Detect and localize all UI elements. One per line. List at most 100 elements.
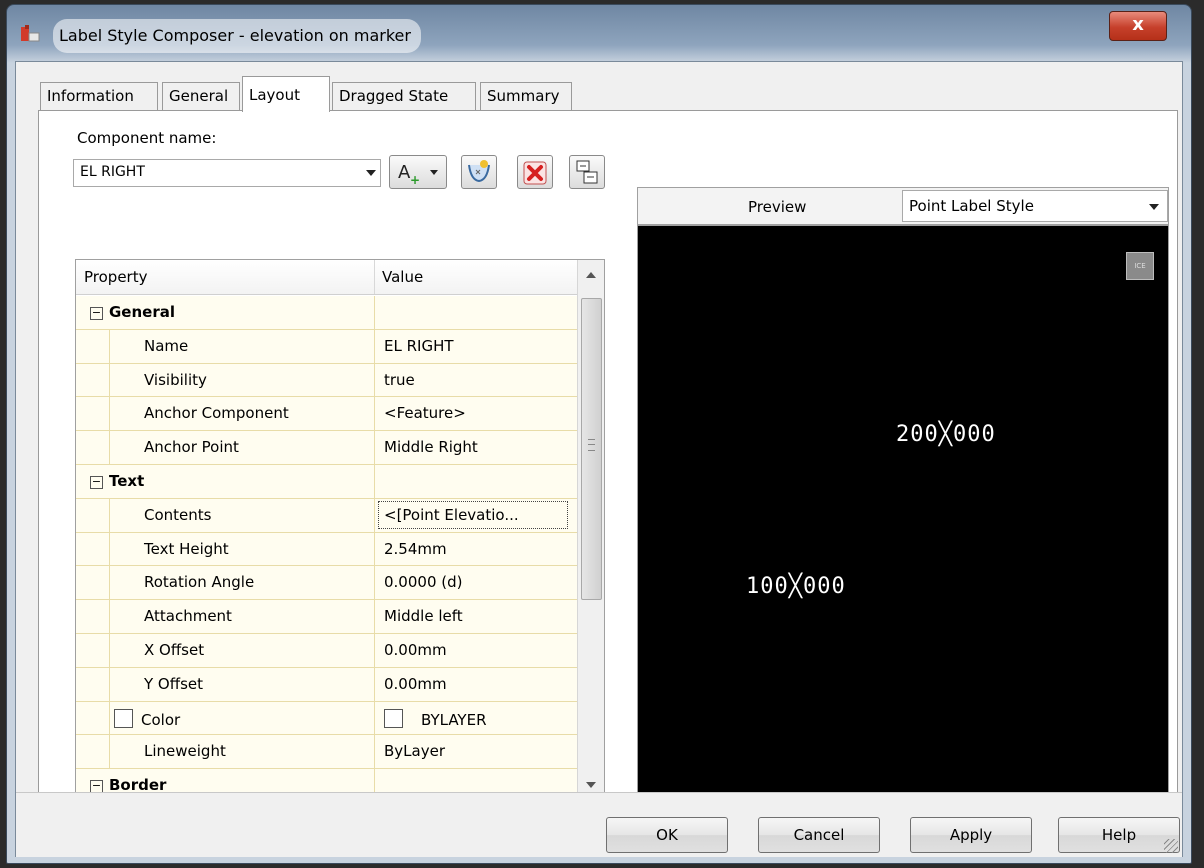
property-row-lineweight[interactable]: Lineweight ByLayer <box>76 735 578 770</box>
cell-divider <box>374 296 375 329</box>
tab-information[interactable]: Information <box>40 82 158 110</box>
tab-dragged-state[interactable]: Dragged State <box>332 82 476 110</box>
grip-icon <box>588 439 595 451</box>
color-value-text: BYLAYER <box>421 710 487 729</box>
tab-summary[interactable]: Summary <box>480 82 572 110</box>
cell-divider <box>374 701 375 735</box>
property-label: Anchor Component <box>144 404 289 423</box>
property-value[interactable]: 0.0000 (d) <box>384 573 462 591</box>
scroll-up-icon[interactable] <box>586 272 596 278</box>
help-button[interactable]: Help <box>1058 817 1180 853</box>
property-label: Visibility <box>144 370 207 389</box>
grid-header: Property Value <box>76 260 578 295</box>
category-row-general[interactable]: − General <box>76 296 578 330</box>
preview-style-dropdown[interactable]: Point Label Style <box>902 190 1168 222</box>
row-gutter <box>76 735 110 769</box>
property-row-anchor-component[interactable]: Anchor Component <Feature> <box>76 397 578 432</box>
draw-order-button[interactable] <box>569 155 605 189</box>
row-gutter <box>76 667 110 701</box>
property-row-color[interactable]: Color BYLAYER <box>76 701 578 736</box>
layout-tab-panel: Component name: EL RIGHT A + Property Va… <box>38 110 1178 801</box>
delete-component-button[interactable] <box>517 155 553 189</box>
property-row-text-height[interactable]: Text Height 2.54mm <box>76 532 578 567</box>
elevation-label-upper: 200╳000 <box>896 422 996 447</box>
title-bar[interactable]: Label Style Composer - elevation on mark… <box>7 5 1191 61</box>
property-row-x-offset[interactable]: X Offset 0.00mm <box>76 633 578 668</box>
property-value[interactable]: Middle Right <box>384 438 478 456</box>
scroll-down-icon[interactable] <box>586 782 596 788</box>
row-gutter <box>76 397 110 431</box>
property-column-header[interactable]: Property <box>84 268 147 286</box>
property-value[interactable]: 0.00mm <box>384 675 447 693</box>
view-cube-icon[interactable]: ICE <box>1126 252 1154 280</box>
property-label: X Offset <box>144 640 205 659</box>
cell-divider <box>374 363 375 397</box>
property-label: Rotation Angle <box>144 573 255 592</box>
property-row-y-offset[interactable]: Y Offset 0.00mm <box>76 667 578 702</box>
collapse-icon[interactable]: − <box>90 475 103 489</box>
component-name-dropdown[interactable]: EL RIGHT <box>73 159 381 187</box>
cell-divider <box>374 566 375 600</box>
category-label: − General <box>90 303 175 321</box>
row-gutter <box>76 566 110 600</box>
property-row-anchor-point[interactable]: Anchor Point Middle Right <box>76 431 578 465</box>
property-label: Attachment <box>144 607 232 626</box>
add-text-component-icon: A + <box>398 162 438 187</box>
collapse-icon[interactable]: − <box>90 307 103 320</box>
close-button[interactable]: x <box>1109 11 1167 41</box>
value-column-header[interactable]: Value <box>382 268 423 286</box>
color-label-text: Color <box>141 710 181 729</box>
cell-divider <box>374 633 375 667</box>
dialog-window: Label Style Composer - elevation on mark… <box>6 4 1192 864</box>
row-gutter <box>76 532 110 566</box>
property-label: Name <box>144 336 189 355</box>
component-name-label: Component name: <box>77 129 217 147</box>
property-value[interactable]: Middle left <box>384 607 463 625</box>
preview-canvas[interactable]: ICE 200╳000 100╳000 <box>637 225 1169 801</box>
property-value[interactable]: 2.54mm <box>384 540 447 558</box>
property-row-contents[interactable]: Contents <[Point Elevatio... <box>76 498 578 533</box>
property-value[interactable]: EL RIGHT <box>384 337 454 355</box>
dialog-client-area: Information General Layout Dragged State… <box>15 61 1183 857</box>
scroll-thumb[interactable] <box>581 298 602 600</box>
category-label: − Text <box>90 472 144 490</box>
property-value[interactable]: ByLayer <box>384 742 445 760</box>
ok-button[interactable]: OK <box>606 817 728 853</box>
property-value[interactable]: 0.00mm <box>384 641 447 659</box>
tab-layout[interactable]: Layout <box>242 76 330 112</box>
property-label: Lineweight <box>144 742 226 761</box>
delete-component-icon <box>523 161 547 185</box>
cancel-button[interactable]: Cancel <box>758 817 880 853</box>
property-value[interactable]: BYLAYER <box>384 708 487 729</box>
create-text-component-button[interactable]: A + <box>389 155 447 189</box>
row-gutter <box>76 329 110 363</box>
row-gutter <box>76 633 110 667</box>
cell-divider <box>374 498 375 532</box>
property-grid: Property Value − General Name EL RIGHT V… <box>75 259 605 801</box>
property-label: Y Offset <box>144 674 203 693</box>
property-row-name[interactable]: Name EL RIGHT <box>76 329 578 364</box>
apply-button[interactable]: Apply <box>910 817 1032 853</box>
property-row-attachment[interactable]: Attachment Middle left <box>76 600 578 634</box>
cell-divider <box>374 532 375 566</box>
row-gutter <box>76 701 110 735</box>
category-row-text[interactable]: − Text <box>76 464 578 499</box>
color-swatch-icon <box>384 708 403 728</box>
component-name-value: EL RIGHT <box>80 164 145 180</box>
column-divider[interactable] <box>374 260 375 294</box>
property-value[interactable]: <Feature> <box>384 404 466 422</box>
tab-general[interactable]: General <box>162 82 240 110</box>
property-value[interactable]: true <box>384 371 415 389</box>
property-label: Text Height <box>144 539 229 558</box>
cell-divider <box>374 397 375 431</box>
window-title: Label Style Composer - elevation on mark… <box>53 19 421 53</box>
color-swatch-icon <box>114 708 133 728</box>
copy-component-button[interactable] <box>461 155 497 189</box>
property-row-rotation-angle[interactable]: Rotation Angle 0.0000 (d) <box>76 566 578 601</box>
row-gutter <box>76 498 110 532</box>
chevron-down-icon <box>1149 204 1159 210</box>
property-row-visibility[interactable]: Visibility true <box>76 363 578 398</box>
property-value[interactable]: <[Point Elevatio... <box>384 506 519 524</box>
resize-grip-icon[interactable] <box>1164 839 1178 853</box>
vertical-scrollbar[interactable] <box>577 260 604 800</box>
